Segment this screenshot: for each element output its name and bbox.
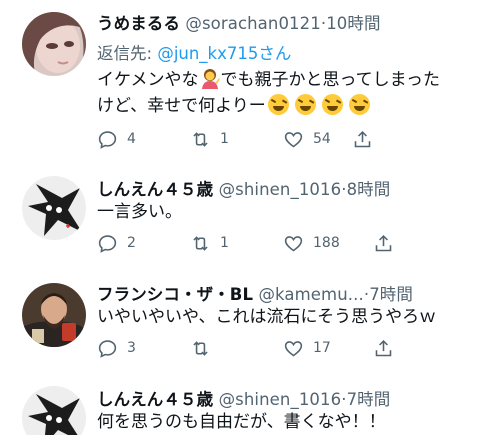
tweet-text: いやいやいや、これは流石にそう思うやろｗ [97,307,437,327]
reply-button[interactable]: 2 [97,231,136,255]
share-icon [375,339,392,356]
like-button[interactable]: 17 [283,336,331,360]
reply-to-label: 返信先: [97,44,158,63]
retweet-button[interactable]: 1 [190,231,229,255]
tweet-3[interactable]: フランシコ・ザ・BL @kamemu...·7時間 いやいやいや、これは流石にそ… [0,275,480,380]
reply-count: 2 [127,235,136,251]
tweet-text: 一言多い。 [97,202,182,222]
reply-icon [98,234,117,253]
tweet-header: フランシコ・ザ・BL @kamemu...·7時間 [97,281,413,305]
timestamp[interactable]: 7時間 [369,285,413,304]
like-button[interactable]: 54 [283,127,331,151]
tweet-actions: 4 1 54 [97,127,397,151]
heart-icon [284,131,303,147]
retweet-count: 1 [220,235,229,251]
user-handle[interactable]: @kamemu... [258,285,363,304]
timestamp[interactable]: 10時間 [326,14,380,33]
tweet-4[interactable]: しんえん４５歳 @shinen_1016·7時間 何を思うのも自由だが、書くなや… [0,380,480,435]
retweet-icon [193,131,208,147]
laughing-face-icon [294,94,316,115]
reply-button[interactable]: 3 [97,336,136,360]
display-name[interactable]: うめまるる [97,14,180,33]
reply-to-suffix[interactable]: さん [258,44,291,63]
heart-icon [284,235,303,251]
heart-icon [284,340,303,356]
laughing-face-icon [267,94,289,115]
retweet-button[interactable] [190,336,220,360]
tweet-actions: 3 17 [97,336,397,360]
retweet-count: 1 [220,131,229,147]
display-name[interactable]: しんえん４５歳 [97,390,213,409]
like-count: 17 [313,340,331,356]
tweet-text-part: でも親子かと思ってしまった [220,70,440,90]
timestamp[interactable]: 8時間 [347,180,391,199]
user-handle[interactable]: @sorachan0121 [185,14,320,33]
tweet-actions: 2 1 188 [97,231,397,255]
user-handle[interactable]: @shinen_1016 [219,180,342,199]
tweet-text: 何を思うのも自由だが、書くなや！！ [97,412,386,432]
reply-to-line: 返信先: @jun_kx715さん [97,40,291,64]
retweet-icon [193,235,208,251]
display-name[interactable]: しんえん４５歳 [97,180,213,199]
like-button[interactable]: 188 [283,231,340,255]
tweet-2[interactable]: しんえん４５歳 @shinen_1016·8時間 一言多い。 2 1 188 [0,170,480,275]
avatar[interactable] [22,12,86,76]
reply-icon [98,130,117,149]
share-button[interactable] [352,127,373,151]
laughing-face-icon [321,94,343,115]
tweet-header: しんえん４５歳 @shinen_1016·7時間 [97,386,390,410]
tweet-header: うめまるる @sorachan0121·10時間 [97,10,381,34]
retweet-button[interactable]: 1 [190,127,229,151]
tweet-1[interactable]: うめまるる @sorachan0121·10時間 返信先: @jun_kx715… [0,0,480,170]
tweet-header: しんえん４５歳 @shinen_1016·8時間 [97,176,390,200]
reply-count: 3 [127,340,136,356]
retweet-icon [193,340,208,356]
share-icon [375,234,392,251]
avatar[interactable] [22,283,86,347]
person-tipping-hand-icon [199,67,221,89]
reply-icon [98,339,117,358]
laughing-face-icon [348,94,370,115]
reply-to-handle-link[interactable]: @jun_kx715 [157,44,258,63]
reply-button[interactable]: 4 [97,127,136,151]
share-icon [354,130,371,147]
avatar[interactable] [22,176,86,240]
display-name[interactable]: フランシコ・ザ・BL [97,285,253,304]
share-button[interactable] [373,231,394,255]
tweet-text-part: イケメンやな [97,70,199,90]
share-button[interactable] [373,336,394,360]
timestamp[interactable]: 7時間 [347,390,391,409]
like-count: 188 [313,235,340,251]
reply-count: 4 [127,131,136,147]
tweet-text-part: けど、幸せで何よりー [97,96,266,116]
avatar[interactable] [22,386,86,435]
user-handle[interactable]: @shinen_1016 [219,390,342,409]
tweet-text: イケメンやな でも親子かと思ってしまった けど、幸せで何よりー [97,67,467,119]
like-count: 54 [313,131,331,147]
